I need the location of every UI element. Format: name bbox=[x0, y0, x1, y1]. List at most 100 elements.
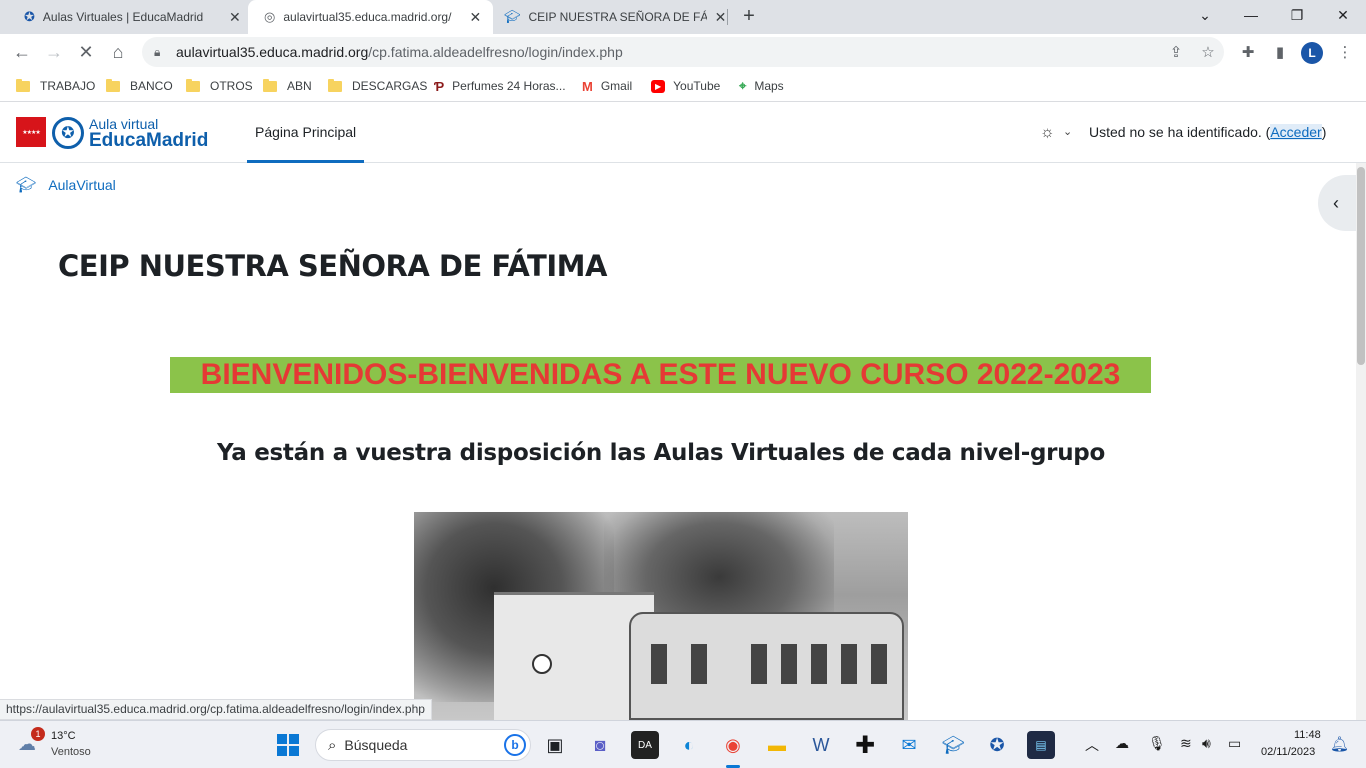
status-bar-url: https://aulavirtual35.educa.madrid.org/c… bbox=[0, 699, 432, 720]
forward-button[interactable]: → bbox=[40, 38, 68, 66]
home-button[interactable]: ⌂ bbox=[104, 38, 132, 66]
plus-icon: + bbox=[743, 5, 755, 27]
minimize-button[interactable]: — bbox=[1228, 0, 1274, 30]
bookmark-abn[interactable]: ABN bbox=[263, 77, 312, 95]
plus-app-icon[interactable]: ✚ bbox=[851, 731, 879, 759]
volume-icon[interactable]: 🔊︎ bbox=[1202, 735, 1211, 752]
close-icon: ✕ bbox=[1337, 6, 1349, 23]
login-link[interactable]: Acceder bbox=[1270, 124, 1322, 140]
page-scrollbar[interactable] bbox=[1356, 163, 1366, 720]
word-app-icon[interactable]: W bbox=[807, 731, 835, 759]
terminal-app-icon[interactable]: ▤ bbox=[1027, 731, 1055, 759]
bookmark-star-button[interactable]: ☆ bbox=[1197, 41, 1219, 63]
bookmark-gmail[interactable]: M Gmail bbox=[582, 77, 632, 95]
tram-window bbox=[651, 644, 667, 684]
gmail-icon: M bbox=[582, 78, 593, 94]
teams-chat-icon[interactable]: ◙ bbox=[586, 731, 614, 759]
tab-search-button[interactable]: ⌄ bbox=[1182, 0, 1228, 30]
photo-tram bbox=[629, 612, 904, 720]
task-view-icon[interactable]: ▣ bbox=[541, 731, 569, 759]
search-placeholder: Búsqueda bbox=[344, 737, 408, 753]
bookmark-maps[interactable]: ⌖ Maps bbox=[739, 77, 784, 95]
bing-icon[interactable]: b bbox=[504, 734, 526, 756]
menu-button[interactable]: ⋮ bbox=[1334, 41, 1356, 63]
edge-browser-icon[interactable]: ◐ bbox=[675, 731, 703, 759]
clock-time[interactable]: 11:48 bbox=[1294, 729, 1321, 741]
educamadrid-favicon-icon: ✪ bbox=[24, 9, 35, 24]
extensions-button[interactable]: ✚ bbox=[1237, 41, 1259, 63]
breadcrumb-aulavirtual-link[interactable]: AulaVirtual bbox=[48, 177, 115, 193]
new-tab-button[interactable]: + bbox=[738, 5, 760, 27]
tab-title: Aulas Virtuales | EducaMadrid bbox=[42, 10, 204, 24]
side-panel-button[interactable]: ▮ bbox=[1269, 41, 1291, 63]
bookmark-trabajo[interactable]: TRABAJO bbox=[16, 77, 95, 95]
educamadrid-app-icon[interactable]: ✪ bbox=[983, 731, 1011, 759]
web-page: ★★★★ ✪ Aula virtual EducaMadrid Página P… bbox=[0, 103, 1366, 720]
chrome-browser-icon[interactable]: ◉ bbox=[719, 731, 747, 759]
stop-loading-button[interactable]: ✕ bbox=[72, 38, 100, 66]
share-button[interactable]: ⇪ bbox=[1165, 41, 1187, 63]
graduation-cap-icon: 🎓︎ bbox=[16, 177, 37, 194]
clock-date[interactable]: 02/11/2023 bbox=[1261, 746, 1315, 758]
battery-icon[interactable]: ▭ bbox=[1228, 735, 1241, 752]
notification-bell-icon[interactable]: 🔔︎ bbox=[1330, 735, 1349, 753]
tab-ceip-fatima[interactable]: 🎓︎ CEIP NUESTRA SEÑORA DE FÁTIM ✕ bbox=[488, 0, 739, 34]
weather-description[interactable]: Ventoso bbox=[51, 746, 91, 758]
scrollbar-thumb[interactable] bbox=[1357, 167, 1365, 365]
tab-login[interactable]: ◎ aulavirtual35.educa.madrid.org/ ✕ bbox=[248, 0, 494, 34]
onedrive-cloud-icon[interactable]: ☁ bbox=[1115, 735, 1129, 752]
address-bar[interactable]: 🔒︎ aulavirtual35.educa.madrid.org/cp.fat… bbox=[142, 37, 1224, 67]
graduation-cap-favicon-icon: 🎓︎ bbox=[504, 9, 521, 24]
file-explorer-icon[interactable]: ▬ bbox=[763, 731, 791, 759]
bookmark-label: DESCARGAS bbox=[352, 79, 428, 93]
tab-aulas-virtuales[interactable]: ✪ Aulas Virtuales | EducaMadrid ✕ bbox=[8, 0, 253, 34]
taskbar-search[interactable]: ⌕ Búsqueda b bbox=[315, 729, 531, 761]
home-icon: ⌂ bbox=[112, 41, 124, 62]
tram-window bbox=[811, 644, 827, 684]
tram-window bbox=[841, 644, 857, 684]
bookmark-otros[interactable]: OTROS bbox=[186, 77, 253, 95]
tram-window bbox=[781, 644, 797, 684]
close-tab-icon[interactable]: ✕ bbox=[227, 9, 243, 25]
bookmark-youtube[interactable]: ▶ YouTube bbox=[651, 77, 720, 95]
search-icon: ⌕ bbox=[328, 736, 337, 754]
chevron-down-icon[interactable]: ⌄ bbox=[1063, 125, 1072, 138]
show-hidden-icons-chevron-icon[interactable]: ︿ bbox=[1085, 735, 1099, 755]
weather-temperature[interactable]: 13°C bbox=[51, 730, 76, 742]
bookmark-label: Maps bbox=[754, 79, 784, 93]
folder-icon bbox=[106, 78, 120, 92]
photo-clock bbox=[532, 654, 552, 674]
back-button[interactable]: ← bbox=[8, 38, 36, 66]
dazn-app-icon[interactable]: DA bbox=[631, 731, 659, 759]
bookmark-label: Perfumes 24 Horas... bbox=[452, 79, 566, 93]
close-window-button[interactable]: ✕ bbox=[1320, 0, 1366, 30]
folder-icon bbox=[16, 78, 30, 92]
side-panel-icon: ▮ bbox=[1275, 44, 1285, 61]
wifi-icon[interactable]: ≋ bbox=[1180, 735, 1192, 752]
comunidad-madrid-flag-logo: ★★★★ bbox=[16, 117, 46, 147]
restore-button[interactable]: ❐ bbox=[1274, 0, 1320, 30]
folder-icon bbox=[263, 78, 277, 92]
bookmark-label: OTROS bbox=[210, 79, 253, 93]
graduation-cap-app-icon[interactable]: 🎓︎ bbox=[939, 731, 967, 759]
school-tram-photo bbox=[414, 512, 908, 720]
bookmark-label: TRABAJO bbox=[40, 79, 96, 93]
microphone-icon[interactable]: 🎙︎ bbox=[1148, 735, 1166, 752]
nav-pagina-principal[interactable]: Página Principal bbox=[247, 103, 365, 163]
login-status: Usted no se ha identificado. (Acceder) bbox=[1089, 124, 1326, 140]
youtube-icon: ▶ bbox=[651, 79, 666, 93]
folder-icon bbox=[186, 78, 200, 92]
bookmark-banco[interactable]: BANCO bbox=[106, 77, 173, 95]
profile-avatar[interactable]: L bbox=[1301, 42, 1323, 64]
bookmark-perfumes[interactable]: Ƥ Perfumes 24 Horas... bbox=[434, 77, 566, 95]
bookmark-descargas[interactable]: DESCARGAS bbox=[328, 77, 427, 95]
browser-toolbar: ← → ✕ ⌂ 🔒︎ aulavirtual35.educa.madrid.or… bbox=[0, 34, 1366, 70]
star-icon: ☆ bbox=[1201, 44, 1215, 61]
login-status-suffix: ) bbox=[1321, 124, 1327, 140]
theme-settings-icon[interactable]: ☼ bbox=[1040, 124, 1058, 142]
puzzle-icon: ✚ bbox=[1241, 44, 1255, 61]
mail-app-icon[interactable]: ✉ bbox=[895, 731, 923, 759]
start-button[interactable] bbox=[277, 734, 299, 756]
site-navbar: ★★★★ ✪ Aula virtual EducaMadrid Página P… bbox=[0, 103, 1366, 163]
close-tab-icon[interactable]: ✕ bbox=[467, 9, 483, 25]
